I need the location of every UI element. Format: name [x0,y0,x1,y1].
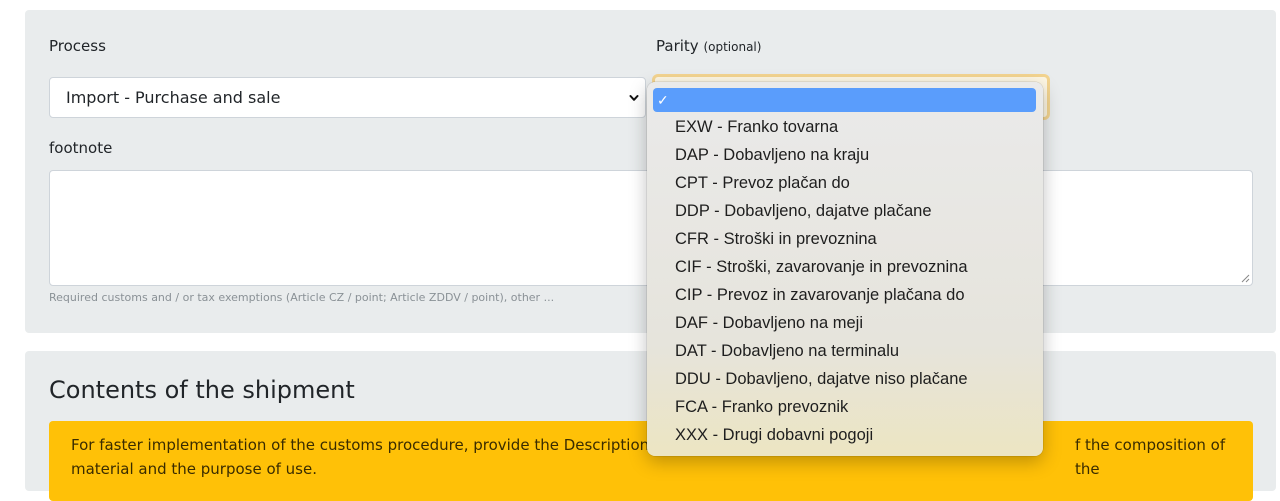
parity-option[interactable]: EXW - Franko tovarna [675,118,838,137]
process-select[interactable]: Import - Purchase and sale [49,77,646,118]
checkmark-icon: ✓ [657,92,669,108]
parity-option[interactable]: FCA - Franko prevoznik [675,398,848,417]
parity-option[interactable]: DAT - Dobavljeno na terminalu [675,342,899,361]
alert-text-line2: material and the purpose of use. [71,460,317,478]
chevron-down-icon [629,94,639,101]
process-select-value: Import - Purchase and sale [66,88,281,107]
footnote-label: footnote [49,139,113,157]
parity-optional-note: (optional) [703,40,762,54]
shipment-title: Contents of the shipment [49,376,355,404]
parity-option[interactable]: DDP - Dobavljeno, dajatve plačane [675,202,932,221]
parity-label: Parity (optional) [656,37,762,55]
parity-option[interactable]: XXX - Drugi dobavni pogoji [675,426,873,445]
footnote-hint: Required customs and / or tax exemptions… [49,291,555,304]
resize-grip-icon[interactable] [1240,273,1250,283]
parity-option[interactable]: DAF - Dobavljeno na meji [675,314,863,333]
parity-option[interactable]: CPT - Prevoz plačan do [675,174,850,193]
parity-option-empty-selected[interactable]: ✓ [653,88,1036,112]
alert-text-line1-start: For faster implementation of the customs… [71,436,664,454]
parity-option[interactable]: DAP - Dobavljeno na kraju [675,146,869,165]
parity-option[interactable]: CIP - Prevoz in zavarovanje plačana do [675,286,965,305]
parity-option[interactable]: DDU - Dobavljeno, dajatve niso plačane [675,370,968,389]
alert-text-line1-end: f the composition of the [1075,436,1226,478]
parity-option[interactable]: CIF - Stroški, zavarovanje in prevoznina [675,258,968,277]
parity-option[interactable]: CFR - Stroški in prevoznina [675,230,877,249]
process-label: Process [49,37,106,55]
parity-dropdown-list: ✓ EXW - Franko tovarna DAP - Dobavljeno … [647,82,1043,456]
